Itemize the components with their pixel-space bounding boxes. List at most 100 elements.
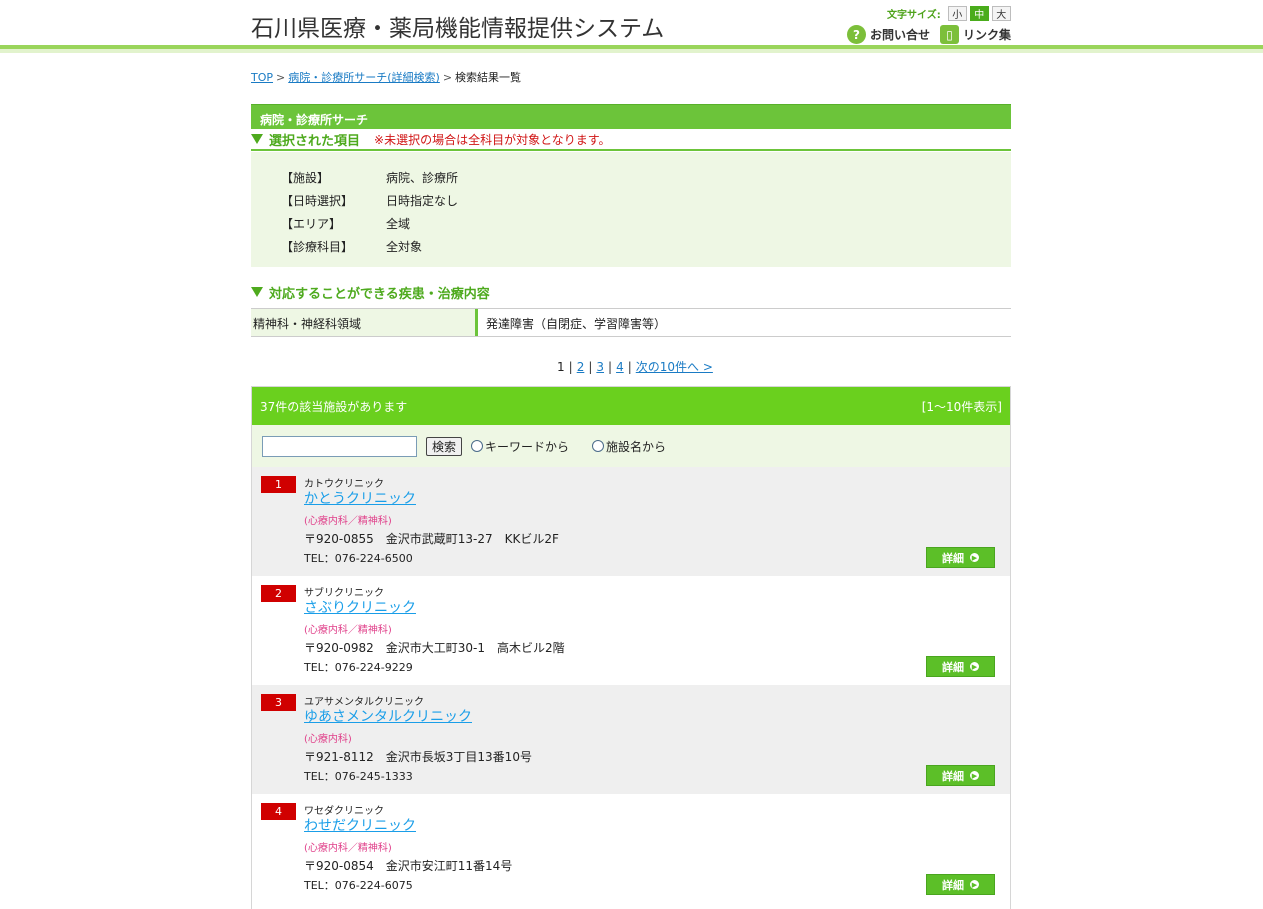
selected-row-area: 【エリア】 全域: [281, 212, 981, 235]
result-item: 2 サブリクリニック さぶりクリニック (心療内科／精神科) 〒920-0982…: [252, 576, 1010, 685]
page-current: 1: [557, 359, 565, 374]
header-links: ? お問い合せ ▯ リンク集: [847, 25, 1011, 44]
radio-keyword-label: キーワードから: [485, 439, 570, 454]
radio-button-icon: [471, 440, 484, 452]
breadcrumb-top-link[interactable]: TOP: [251, 71, 273, 84]
detail-button-label: 詳細: [942, 878, 964, 892]
header-divider-light: [0, 49, 1263, 53]
result-phone: TEL：076-245-1333: [304, 770, 413, 783]
selected-value: 全対象: [386, 240, 423, 254]
detail-button[interactable]: 詳細 ▶: [926, 656, 995, 677]
selected-key: 【施設】: [281, 171, 330, 185]
result-phone: TEL：076-224-6075: [304, 879, 413, 892]
font-size-medium-button[interactable]: 中: [969, 6, 989, 21]
contact-link-label: お問い合せ: [870, 28, 931, 42]
selected-items-list: 【施設】 病院、診療所 【日時選択】 日時指定なし 【エリア】 全域 【診療科目…: [251, 152, 1011, 267]
disease-title: 対応することができる疾患・治療内容: [269, 286, 490, 302]
triangle-down-icon: [251, 287, 263, 297]
result-name-link[interactable]: ゆあさメンタルクリニック: [304, 706, 472, 726]
font-size-large-button[interactable]: 大: [991, 6, 1011, 21]
radio-facility-name[interactable]: 施設名から: [592, 438, 666, 455]
disease-table: 精神科・神経科領域 発達障害（自閉症、学習障害等）: [251, 308, 1011, 337]
detail-button-label: 詳細: [942, 660, 964, 674]
pagination: 1 | 2 | 3 | 4 | 次の10件へ >: [553, 358, 717, 375]
page-link-4[interactable]: 4: [616, 360, 624, 374]
breadcrumb-search-link[interactable]: 病院・診療所サーチ(詳細検索): [288, 71, 440, 84]
font-size-small-button[interactable]: 小: [947, 6, 967, 21]
links-link-label: リンク集: [963, 28, 1012, 42]
result-number: 1: [261, 476, 296, 493]
selected-value: 日時指定なし: [386, 194, 459, 208]
site-title: 石川県医療・薬局機能情報提供システム: [251, 16, 665, 42]
selected-row-facility: 【施設】 病院、診療所: [281, 166, 981, 189]
detail-button[interactable]: 詳細 ▶: [926, 874, 995, 895]
result-number: 2: [261, 585, 296, 602]
page-separator: |: [608, 359, 613, 374]
selected-row-department: 【診療科目】 全対象: [281, 235, 981, 258]
result-departments: (心療内科／精神科): [304, 516, 392, 527]
result-phone: TEL：076-224-6500: [304, 552, 413, 565]
page-separator: |: [588, 359, 593, 374]
selected-value: 全域: [386, 217, 411, 231]
disease-heading: 対応することができる疾患・治療内容: [251, 281, 1011, 303]
results-panel: 37件の該当施設があります [1～10件表示] 検索 キーワードから 施設名から…: [251, 386, 1011, 909]
links-link[interactable]: ▯ リンク集: [940, 25, 1011, 44]
radio-keyword[interactable]: キーワードから: [471, 438, 569, 455]
filter-search-button[interactable]: 検索: [426, 436, 463, 456]
result-phone: TEL：076-224-9229: [304, 661, 413, 674]
result-item: 3 ユアサメンタルクリニック ゆあさメンタルクリニック (心療内科) 〒921-…: [252, 685, 1010, 794]
disease-category: 精神科・神経科領域: [251, 309, 478, 336]
result-address: 〒920-0855 金沢市武蔵町13-27 KKビル2F: [304, 532, 559, 546]
page-link-2[interactable]: 2: [577, 360, 585, 374]
breadcrumb-separator: >: [276, 71, 286, 84]
document-icon: ▯: [940, 25, 960, 44]
contact-link[interactable]: ? お問い合せ: [847, 25, 930, 44]
breadcrumb-current: 検索結果一覧: [455, 71, 522, 84]
detail-button[interactable]: 詳細 ▶: [926, 547, 995, 568]
selected-items-heading: 選択された項目 ※未選択の場合は全科目が対象となります。: [251, 129, 1011, 151]
arrow-right-icon: ▶: [970, 553, 979, 562]
results-count: 37件の該当施設があります: [260, 399, 408, 414]
results-header: 37件の該当施設があります [1～10件表示]: [252, 387, 1010, 425]
site-header: 石川県医療・薬局機能情報提供システム 文字サイズ: 小 中 大 ? お問い合せ …: [0, 0, 1263, 54]
font-size-switcher: 文字サイズ: 小 中 大: [887, 6, 1011, 21]
radio-facility-name-label: 施設名から: [606, 439, 667, 454]
result-name-link[interactable]: わせだクリニック: [304, 815, 416, 835]
selected-items-note: ※未選択の場合は全科目が対象となります。: [374, 132, 611, 147]
breadcrumb: TOP > 病院・診療所サーチ(詳細検索) > 検索結果一覧: [251, 69, 521, 85]
arrow-right-icon: ▶: [970, 771, 979, 780]
selected-key: 【エリア】: [281, 217, 342, 231]
filter-input[interactable]: [262, 435, 417, 457]
results-range: [1～10件表示]: [921, 399, 1002, 414]
breadcrumb-separator: >: [442, 71, 453, 84]
result-departments: (心療内科): [304, 734, 352, 745]
selected-key: 【診療科目】: [281, 240, 354, 254]
result-address: 〒920-0982 金沢市大工町30-1 高木ビル2階: [304, 641, 565, 655]
selected-key: 【日時選択】: [281, 194, 354, 208]
result-name-link[interactable]: さぶりクリニック: [304, 597, 416, 617]
question-icon: ?: [847, 25, 866, 44]
search-panel-title: 病院・診療所サーチ: [251, 104, 1011, 129]
selected-row-datetime: 【日時選択】 日時指定なし: [281, 189, 981, 212]
detail-button-label: 詳細: [942, 769, 964, 783]
radio-button-icon: [592, 440, 605, 452]
arrow-right-icon: ▶: [970, 662, 979, 671]
page-link-3[interactable]: 3: [596, 360, 604, 374]
results-filter-bar: 検索 キーワードから 施設名から: [252, 425, 1010, 467]
result-address: 〒920-0854 金沢市安江町11番14号: [304, 859, 513, 873]
result-name-link[interactable]: かとうクリニック: [304, 488, 416, 508]
next-page-link[interactable]: 次の10件へ >: [636, 358, 713, 375]
result-item: 1 カトウクリニック かとうクリニック (心療内科／精神科) 〒920-0855…: [252, 467, 1010, 576]
result-number: 3: [261, 694, 296, 711]
result-address: 〒921-8112 金沢市長坂3丁目13番10号: [304, 750, 532, 764]
disease-value: 発達障害（自閉症、学習障害等）: [486, 317, 667, 331]
page-separator: |: [568, 359, 573, 374]
detail-button[interactable]: 詳細 ▶: [926, 765, 995, 786]
result-number: 4: [261, 803, 296, 820]
result-item: 4 ワセダクリニック わせだクリニック (心療内科／精神科) 〒920-0854…: [252, 794, 1010, 903]
selected-items-title: 選択された項目: [269, 133, 361, 149]
result-departments: (心療内科／精神科): [304, 843, 392, 854]
page-separator: |: [627, 359, 632, 374]
detail-button-label: 詳細: [942, 551, 964, 565]
selected-value: 病院、診療所: [386, 171, 459, 185]
